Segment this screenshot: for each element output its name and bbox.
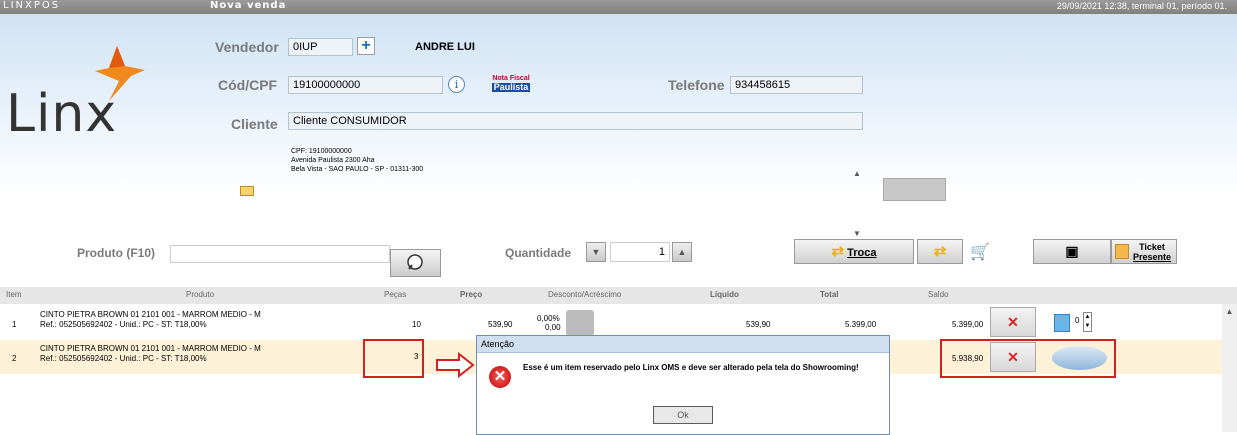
- attention-dialog: Atenção ✕ Esse é um item reservado pelo …: [476, 335, 890, 435]
- row-product: CINTO PIETRA BROWN 01 2101 001 - MARROM …: [40, 344, 261, 353]
- presente-label: Presente: [1132, 252, 1172, 262]
- ticket-label: Ticket: [1139, 242, 1165, 252]
- customer-header: Linx Vendedor 0IUP ANDRE LUI Cód/CPF 191…: [0, 14, 1237, 239]
- column-header: Total: [820, 290, 839, 299]
- quantity-increase-button[interactable]: ▲: [672, 242, 692, 262]
- cliente-label: Cliente: [231, 116, 278, 132]
- product-bar: Produto (F10) Quantidade ▼ 1 ▲ ⇄ Troca ⇄…: [0, 239, 1237, 279]
- discount-icon[interactable]: [566, 310, 594, 336]
- column-header: Produto: [186, 290, 215, 299]
- vendedor-label: Vendedor: [215, 39, 279, 55]
- table-scrollbar[interactable]: ▲: [1222, 304, 1237, 432]
- arrow-icon: [436, 352, 475, 378]
- remove-item-button[interactable]: ✕: [990, 307, 1036, 337]
- scroll-up-icon[interactable]: ▲: [1222, 304, 1237, 316]
- vendedor-name: ANDRE LUI: [415, 41, 475, 53]
- app-brand: LINXPOS: [3, 0, 61, 11]
- mail-icon[interactable]: [240, 186, 254, 196]
- gift-count: 0: [1075, 316, 1080, 325]
- exchange-button[interactable]: ⇄: [917, 239, 963, 264]
- quantidade-label: Quantidade: [505, 246, 572, 260]
- nfp-bottom-text: Paulista: [492, 82, 530, 92]
- row-pecas: 10: [412, 320, 421, 329]
- produto-input[interactable]: [170, 245, 390, 263]
- vendedor-code-field[interactable]: 0IUP: [288, 38, 353, 56]
- add-vendedor-button[interactable]: +: [357, 37, 375, 55]
- troca-label: Troca: [847, 247, 877, 259]
- error-icon: ✕: [489, 366, 511, 388]
- highlight-box: [940, 339, 1116, 378]
- gift-icon[interactable]: [1054, 314, 1070, 332]
- table-header: Item Produto Peças Preço Desconto/Acrésc…: [0, 287, 1237, 304]
- gift-icon: [1115, 244, 1129, 259]
- dialog-title: Atenção: [477, 336, 889, 353]
- telefone-label: Telefone: [668, 77, 725, 93]
- troca-icon: ⇄: [831, 243, 845, 260]
- row-saldo: 5.399,00: [952, 320, 984, 329]
- cpf-field[interactable]: 19100000000: [288, 76, 443, 94]
- dialog-message: Esse é um item reservado pelo Linx OMS e…: [523, 363, 859, 372]
- session-status: 29/09/2021 12:38, terminal 01, período 0…: [1056, 1, 1227, 11]
- produto-label: Produto (F10): [77, 246, 155, 260]
- row-preco: 539,90: [488, 320, 513, 329]
- exchange-icon: ⇄: [933, 243, 947, 260]
- troca-button[interactable]: ⇄ Troca: [794, 239, 914, 264]
- quantity-field[interactable]: 1: [610, 242, 670, 262]
- row-product-ref: Ref.: 052505692402 - Unid.: PC - ST: T18…: [40, 320, 207, 329]
- row-product: CINTO PIETRA BROWN 01 2101 001 - MARROM …: [40, 310, 261, 319]
- telefone-field[interactable]: 934458615: [730, 76, 863, 94]
- row-item: 1: [12, 320, 17, 329]
- search-icon: [407, 254, 423, 270]
- ticket-presente-button[interactable]: Ticket Presente: [1111, 239, 1177, 264]
- gift-count-spinner[interactable]: ▲ ▼: [1083, 312, 1092, 332]
- customer-address: CPF: 19100000000 Avenida Paulista 2300 A…: [291, 147, 423, 174]
- address-line: CPF: 19100000000: [291, 148, 352, 155]
- info-icon[interactable]: i: [448, 76, 465, 93]
- title-bar: LINXPOS Nova venda 29/09/2021 12:38, ter…: [0, 0, 1237, 14]
- cart-icon[interactable]: 🛒: [970, 242, 990, 262]
- nota-fiscal-paulista-icon[interactable]: Nota Fiscal Paulista: [492, 74, 530, 94]
- address-line: Bela Vista - SAO PAULO - SP - 01311-300: [291, 166, 424, 173]
- address-line: Avenida Paulista 2300 Aha: [291, 157, 375, 164]
- column-header: Desconto/Acréscimo: [548, 290, 622, 299]
- row-total: 5.399,00: [845, 320, 877, 329]
- cash-icon: ▣: [1065, 243, 1079, 259]
- logo-text: Linx: [6, 84, 118, 144]
- disabled-action-button[interactable]: [883, 178, 946, 201]
- row-product-ref: Ref.: 052505692402 - Unid.: PC - ST: T18…: [40, 354, 207, 363]
- cpf-label: Cód/CPF: [218, 77, 278, 93]
- column-header: Líquido: [710, 290, 739, 299]
- column-header: Saldo: [928, 290, 949, 299]
- search-button[interactable]: [390, 249, 441, 277]
- column-header: Peças: [384, 290, 407, 299]
- cash-button[interactable]: ▣: [1033, 239, 1111, 264]
- quantity-decrease-button[interactable]: ▼: [586, 242, 606, 262]
- row-desc-pct: 0,00%: [537, 314, 560, 323]
- row-liquido: 539,90: [746, 320, 771, 329]
- column-header: Preço: [460, 290, 483, 299]
- screen-title: Nova venda: [210, 0, 287, 11]
- highlight-box: [363, 339, 424, 378]
- ok-button[interactable]: Ok: [653, 406, 713, 424]
- column-header: Item: [6, 290, 22, 299]
- row-desc-val: 0,00: [545, 323, 561, 332]
- row-item: 2: [12, 354, 17, 363]
- cliente-field[interactable]: Cliente CONSUMIDOR: [288, 112, 863, 130]
